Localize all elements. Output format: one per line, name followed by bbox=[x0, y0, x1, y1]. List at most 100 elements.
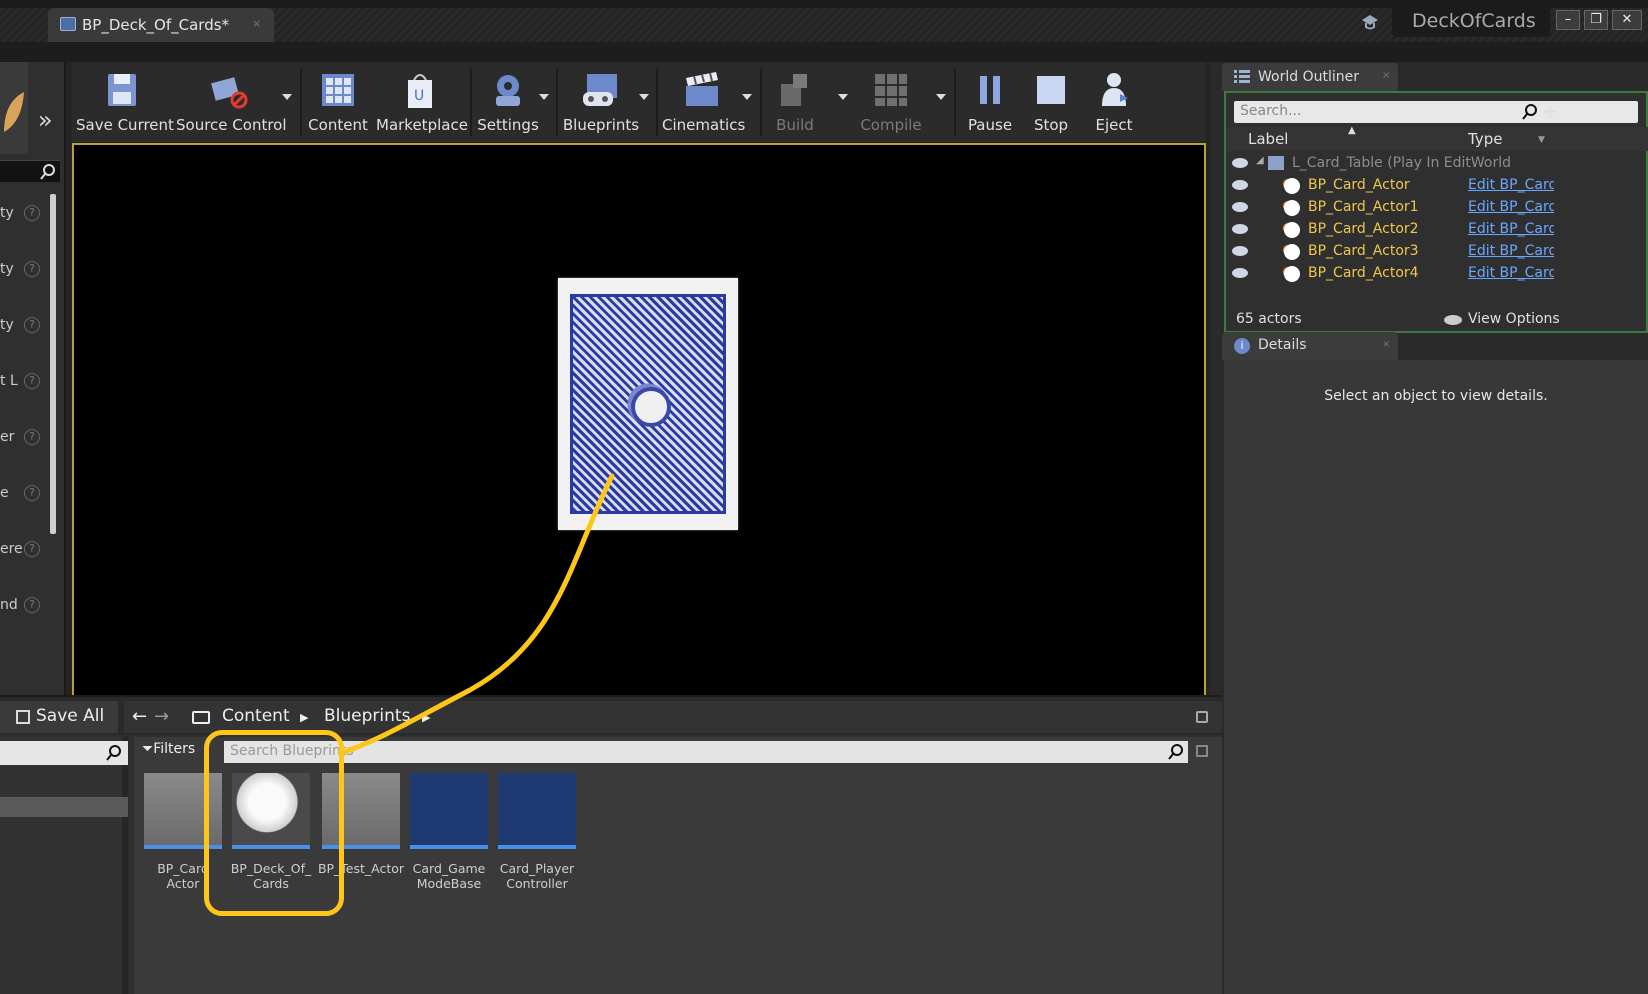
add-icon[interactable]: + bbox=[1542, 99, 1559, 123]
placement-mode-tab[interactable] bbox=[0, 62, 28, 154]
outliner-search-input[interactable]: Search... bbox=[1234, 101, 1638, 123]
close-icon[interactable]: × bbox=[1382, 339, 1390, 350]
stop-button[interactable]: Stop bbox=[1024, 64, 1078, 140]
compile-button[interactable]: Compile bbox=[856, 64, 926, 140]
expand-triangle-icon[interactable]: ◢ bbox=[1256, 155, 1264, 166]
eye-icon[interactable] bbox=[1232, 246, 1248, 256]
button-label: Marketplace bbox=[376, 116, 468, 134]
back-arrow-icon[interactable]: ← bbox=[132, 706, 147, 727]
world-outliner: Search... + Label ▲ Type ▼ ◢ L_Card_Tabl… bbox=[1224, 91, 1648, 333]
world-outliner-tab[interactable]: World Outliner × bbox=[1222, 63, 1398, 91]
column-type[interactable]: Type bbox=[1468, 130, 1502, 148]
help-icon[interactable]: ? bbox=[24, 317, 40, 333]
edit-blueprint-link[interactable]: Edit BP_Card_Actor bbox=[1468, 265, 1554, 281]
breadcrumb-content[interactable]: Content bbox=[222, 706, 290, 726]
property-row: ty? bbox=[0, 261, 48, 281]
save-search-icon[interactable] bbox=[1196, 745, 1208, 757]
eye-icon[interactable] bbox=[1232, 268, 1248, 278]
marketplace-button[interactable]: U Marketplace bbox=[376, 64, 468, 140]
cinematics-dropdown[interactable] bbox=[742, 94, 752, 100]
edit-blueprint-link[interactable]: Edit BP_Card_Actor bbox=[1468, 199, 1554, 215]
pause-button[interactable]: Pause bbox=[960, 64, 1020, 140]
world-icon bbox=[1268, 156, 1284, 170]
outliner-row[interactable]: BP_Card_Actor4 Edit BP_Card_Actor bbox=[1226, 263, 1648, 285]
minimize-button[interactable]: – bbox=[1556, 10, 1580, 30]
asset-tile[interactable]: Card_Game ModeBase bbox=[410, 773, 488, 893]
build-button[interactable]: Build bbox=[766, 64, 824, 140]
edit-blueprint-link[interactable]: Edit BP_Card_Actor bbox=[1468, 221, 1554, 237]
button-label: Content bbox=[308, 116, 368, 134]
close-icon[interactable]: × bbox=[1382, 70, 1390, 81]
path-bar: ← → Content ▶ Blueprints ▶ bbox=[124, 701, 1222, 733]
document-tab-label: BP_Deck_Of_Cards* bbox=[82, 16, 230, 34]
search-icon bbox=[40, 164, 55, 180]
button-label: Blueprints bbox=[562, 116, 640, 134]
eject-button[interactable]: Eject bbox=[1084, 64, 1144, 140]
maximize-button[interactable]: ❐ bbox=[1584, 10, 1608, 30]
breadcrumb-separator-icon[interactable]: ▶ bbox=[300, 711, 308, 724]
lock-icon[interactable] bbox=[1196, 711, 1208, 723]
help-icon[interactable]: ? bbox=[24, 485, 40, 501]
help-icon[interactable]: ? bbox=[24, 541, 40, 557]
breadcrumb-blueprints[interactable]: Blueprints bbox=[324, 706, 410, 726]
outliner-row[interactable]: BP_Card_Actor2 Edit BP_Card_Actor bbox=[1226, 219, 1648, 241]
shopping-bag-icon: U bbox=[408, 74, 432, 108]
blueprints-button[interactable]: Blueprints bbox=[562, 64, 640, 140]
property-row: ty? bbox=[0, 205, 48, 225]
details-tab[interactable]: i Details × bbox=[1222, 332, 1398, 360]
folder-search-input[interactable] bbox=[0, 741, 128, 765]
asset-tile[interactable]: Card_Player Controller bbox=[498, 773, 576, 893]
outliner-list-icon bbox=[1234, 70, 1250, 83]
settings-dropdown[interactable] bbox=[539, 94, 549, 100]
right-panel: World Outliner × Search... + Label ▲ Typ… bbox=[1210, 62, 1648, 994]
card-back[interactable] bbox=[558, 278, 738, 530]
content-button[interactable]: Content bbox=[306, 64, 370, 140]
save-all-button[interactable]: Save All bbox=[0, 701, 118, 733]
view-options-button[interactable]: View Options bbox=[1468, 311, 1560, 327]
selected-folder-row[interactable] bbox=[0, 797, 128, 817]
settings-button[interactable]: Settings bbox=[476, 64, 540, 140]
source-control-dropdown[interactable] bbox=[282, 94, 292, 100]
breadcrumb-separator-icon[interactable]: ▶ bbox=[422, 711, 430, 724]
help-icon[interactable]: ? bbox=[24, 261, 40, 277]
cinematics-button[interactable]: Cinematics bbox=[662, 64, 745, 140]
source-control-button[interactable]: Source Control bbox=[176, 64, 287, 140]
close-icon[interactable]: × bbox=[252, 17, 261, 30]
scrollbar[interactable] bbox=[50, 194, 56, 534]
forward-arrow-icon[interactable]: → bbox=[154, 706, 169, 727]
help-icon[interactable]: ? bbox=[24, 429, 40, 445]
eye-icon[interactable] bbox=[1232, 158, 1248, 168]
close-window-button[interactable]: ✕ bbox=[1612, 10, 1642, 30]
asset-search-input[interactable]: Search Blueprints bbox=[224, 741, 1188, 763]
edit-blueprint-link[interactable]: Edit BP_Card_Actor bbox=[1468, 243, 1554, 259]
help-icon[interactable]: ? bbox=[24, 597, 40, 613]
overflow-chevron-icon[interactable]: » bbox=[38, 106, 53, 134]
outliner-row[interactable]: BP_Card_Actor1 Edit BP_Card_Actor bbox=[1226, 197, 1648, 219]
help-icon[interactable]: ? bbox=[24, 373, 40, 389]
eye-icon[interactable] bbox=[1232, 224, 1248, 234]
column-label[interactable]: Label bbox=[1248, 130, 1288, 148]
asset-name: Card_Player Controller bbox=[499, 861, 575, 891]
outliner-row[interactable]: BP_Card_Actor3 Edit BP_Card_Actor bbox=[1226, 241, 1648, 263]
sort-ascending-icon: ▲ bbox=[1348, 125, 1356, 136]
blueprints-dropdown[interactable] bbox=[639, 94, 649, 100]
outliner-root-row[interactable]: ◢ L_Card_Table (Play In EditWorld bbox=[1226, 153, 1648, 175]
build-dropdown[interactable] bbox=[838, 94, 848, 100]
search-placeholder: Search... bbox=[1240, 103, 1302, 119]
edit-blueprint-link[interactable]: Edit BP_Card_Actor bbox=[1468, 177, 1554, 193]
details-panel: Select an object to view details. bbox=[1224, 360, 1648, 994]
outliner-row[interactable]: BP_Card_Actor Edit BP_Card_Actor bbox=[1226, 175, 1648, 197]
help-icon[interactable]: ? bbox=[24, 205, 40, 221]
button-label: Compile bbox=[860, 116, 922, 134]
document-tab[interactable]: BP_Deck_Of_Cards* × bbox=[48, 8, 274, 42]
modes-search-input[interactable] bbox=[0, 160, 60, 182]
save-icon bbox=[108, 74, 136, 106]
chevron-down-icon[interactable]: ▼ bbox=[1538, 135, 1545, 145]
eye-icon[interactable] bbox=[1232, 202, 1248, 212]
actor-icon bbox=[1284, 200, 1300, 216]
toolbar-separator bbox=[300, 68, 302, 136]
save-current-button[interactable]: Save Current bbox=[76, 64, 174, 140]
compile-dropdown[interactable] bbox=[936, 94, 946, 100]
eye-icon[interactable] bbox=[1232, 180, 1248, 190]
pause-icon bbox=[980, 76, 1000, 104]
